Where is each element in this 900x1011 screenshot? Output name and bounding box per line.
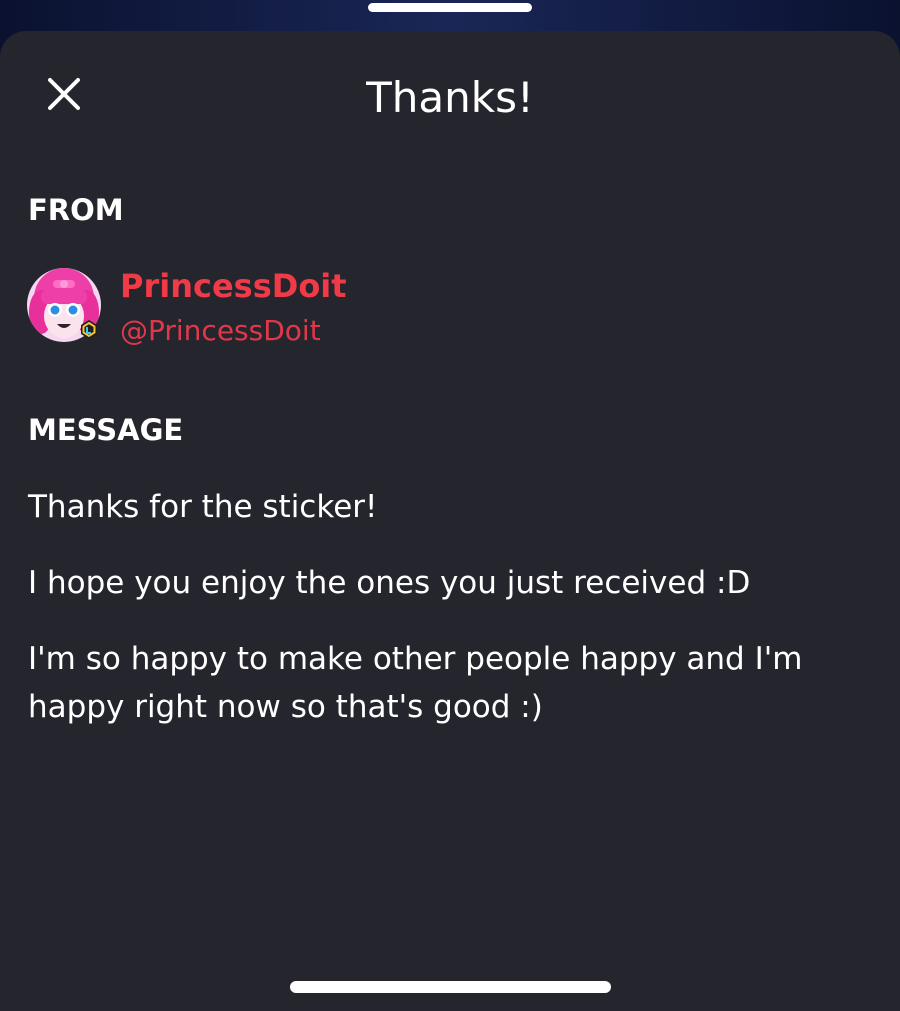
message-section-label: MESSAGE	[28, 413, 184, 447]
sheet-title: Thanks!	[366, 73, 534, 122]
home-indicator	[290, 981, 611, 993]
sender-handle[interactable]: @PrincessDoit	[120, 313, 321, 349]
avatar-image	[27, 268, 101, 342]
top-grabber-handle[interactable]	[368, 3, 532, 12]
avatar[interactable]	[27, 268, 101, 342]
from-section-label: FROM	[28, 193, 124, 227]
message-paragraph: I hope you enjoy the ones you just recei…	[28, 565, 751, 601]
message-paragraph: I'm so happy to make other people happy …	[28, 641, 803, 725]
message-paragraph: Thanks for the sticker!	[28, 489, 378, 525]
sender-display-name[interactable]: PrincessDoit	[120, 265, 347, 307]
message-body: Thanks for the sticker! I hope you enjoy…	[28, 483, 868, 759]
